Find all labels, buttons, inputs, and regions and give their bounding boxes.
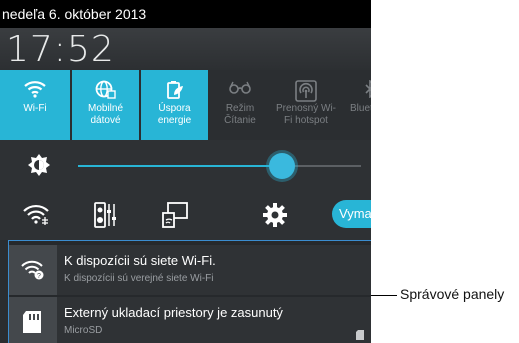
brightness-slider[interactable]	[78, 153, 361, 179]
notification-subtitle: MicroSD	[64, 325, 103, 336]
tile-mobile-data-label: Mobilné dátové	[87, 103, 124, 126]
tile-power-saving-label: Úspora energie	[157, 103, 192, 126]
notification-item[interactable]: ? K dispozícii sú siete Wi-Fi. K dispozí…	[9, 245, 371, 295]
notification-item[interactable]: Externý ukladací priestory je zasunutý M…	[9, 297, 371, 343]
wifi-icon	[0, 70, 70, 100]
callout-line	[371, 295, 397, 296]
status-date: nedeľa 6. október 2013	[2, 6, 147, 22]
wifi-settings-icon[interactable]	[23, 202, 51, 231]
brightness-fill	[78, 165, 282, 167]
tile-reading-mode[interactable]: Režim Čítanie	[210, 70, 270, 140]
gear-icon[interactable]	[263, 203, 287, 232]
tile-hotspot[interactable]: Prenosný Wi- Fi hotspot	[272, 70, 340, 140]
screen-cast-icon[interactable]	[162, 202, 188, 233]
tile-wifi[interactable]: Wi-Fi	[0, 70, 70, 140]
notification-title: Externý ukladací priestory je zasunutý	[64, 305, 283, 320]
brightness-thumb[interactable]	[268, 153, 295, 179]
clear-notifications-button[interactable]: Vymazať	[332, 200, 371, 228]
globe-icon	[72, 70, 139, 100]
wifi-question-icon: ?	[9, 245, 57, 295]
brightness-row	[0, 140, 371, 190]
svg-text:?: ?	[37, 273, 41, 280]
tile-reading-mode-label: Režim Čítanie	[224, 103, 256, 126]
brightness-icon	[27, 153, 51, 182]
sd-card-small-icon	[356, 327, 364, 343]
audio-mixer-icon[interactable]	[94, 202, 118, 233]
battery-leaf-icon	[141, 70, 208, 100]
notification-title: K dispozícii sú siete Wi-Fi.	[64, 253, 216, 268]
clock-time: 17:52	[6, 29, 115, 70]
notification-panels: ? K dispozícii sú siete Wi-Fi. K dispozí…	[8, 240, 371, 343]
tile-wifi-label: Wi-Fi	[23, 103, 47, 114]
tile-mobile-data[interactable]: Mobilné dátové	[72, 70, 139, 140]
notification-subtitle: K dispozícii sú verejné siete Wi-Fi	[64, 273, 214, 284]
tile-bluetooth-label: Bluet	[350, 103, 371, 114]
quick-settings-tiles: Wi-Fi Mobilné dátové Úspora energie Reži…	[0, 70, 371, 140]
clock-area: 17:52	[0, 28, 371, 70]
callout-label: Správové panely	[400, 286, 505, 302]
bluetooth-icon	[342, 70, 371, 100]
hotspot-icon	[272, 70, 340, 102]
glasses-icon	[210, 70, 270, 100]
tile-hotspot-label: Prenosný Wi- Fi hotspot	[275, 103, 336, 126]
tile-bluetooth[interactable]: Bluet	[342, 70, 371, 140]
status-bar: nedeľa 6. október 2013	[0, 0, 371, 28]
tools-row: Vymazať	[0, 190, 371, 240]
tile-power-saving[interactable]: Úspora energie	[141, 70, 208, 140]
sd-card-icon	[9, 297, 57, 343]
notification-shade: nedeľa 6. október 2013 17:52 Wi-Fi Mobil…	[0, 0, 371, 343]
